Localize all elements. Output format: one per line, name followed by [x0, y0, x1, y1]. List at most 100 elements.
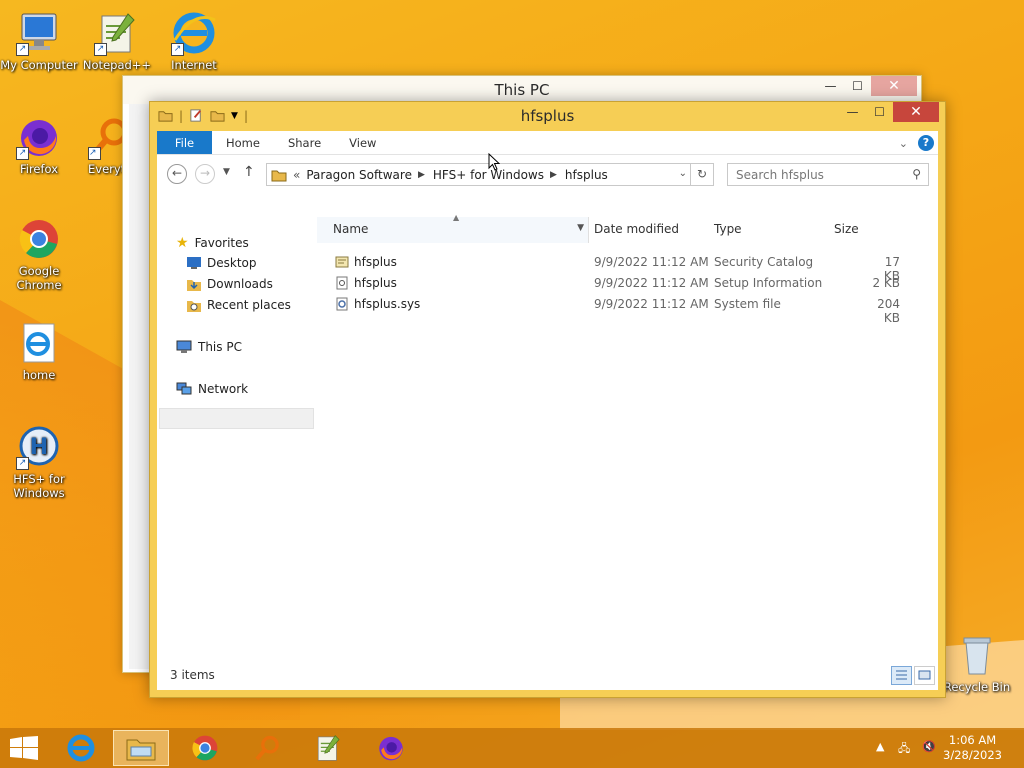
file-size: 2 KB: [872, 276, 900, 290]
desktop-icon-label: Everyt: [88, 162, 122, 176]
large-icons-view-icon[interactable]: [914, 666, 935, 685]
desktop-icon-chrome[interactable]: Google Chrome: [0, 216, 78, 292]
close-button[interactable]: ✕: [893, 102, 939, 122]
status-bar: 3 items: [157, 660, 938, 690]
computer-icon: ↗: [16, 10, 62, 56]
up-arrow-icon[interactable]: ↑: [243, 164, 255, 180]
desktop-icon-internet[interactable]: ↗ Internet: [155, 10, 233, 72]
volume-muted-icon[interactable]: 🔇: [922, 740, 936, 753]
firefox-icon: ↗: [16, 114, 62, 160]
breadcrumb-hfsplus[interactable]: hfsplus: [565, 168, 608, 182]
nav-downloads[interactable]: Downloads: [187, 277, 273, 291]
column-dropdown-icon[interactable]: ▼: [577, 223, 584, 233]
file-date: 9/9/2022 11:12 AM: [594, 276, 709, 290]
desktop-icon-label: My Computer: [0, 58, 78, 72]
column-header-date[interactable]: Date modified: [594, 222, 679, 236]
refresh-icon[interactable]: ↻: [690, 163, 714, 186]
column-header-type[interactable]: Type: [714, 222, 742, 236]
nav-recent-places[interactable]: Recent places: [187, 298, 291, 312]
desktop-icon-everything[interactable]: ↗ Everyt: [78, 114, 122, 176]
tab-view[interactable]: View: [335, 131, 390, 154]
minimize-button[interactable]: —: [839, 102, 866, 122]
taskbar-firefox[interactable]: [363, 730, 419, 766]
maximize-button[interactable]: ☐: [866, 102, 893, 122]
search-placeholder: Search hfsplus: [736, 168, 824, 182]
column-header-label: Name: [333, 222, 369, 236]
address-overflow[interactable]: «: [293, 168, 300, 182]
breadcrumb-chevron-icon[interactable]: ▶: [550, 170, 557, 180]
nav-network[interactable]: Network: [176, 382, 248, 396]
breadcrumb-paragon[interactable]: Paragon Software: [306, 168, 412, 182]
chrome-icon: [192, 735, 218, 761]
search-input[interactable]: Search hfsplus ⚲: [727, 163, 929, 186]
breadcrumb-chevron-icon[interactable]: ▶: [418, 170, 425, 180]
ie-page-icon: [16, 320, 62, 366]
file-row[interactable]: hfsplus 9/9/2022 11:12 AM Security Catal…: [317, 252, 917, 283]
details-view-icon[interactable]: [891, 666, 912, 685]
downloads-icon: [187, 280, 201, 291]
taskbar-clock[interactable]: 1:06 AM 3/28/2023: [943, 733, 1002, 763]
nav-desktop[interactable]: Desktop: [187, 256, 257, 270]
tab-home[interactable]: Home: [212, 131, 274, 154]
file-row[interactable]: hfsplus.sys 9/9/2022 11:12 AM System fil…: [317, 294, 917, 325]
nav-label: Desktop: [207, 256, 257, 270]
tray-overflow-icon[interactable]: ▲: [876, 740, 884, 753]
desktop-icon-my-computer[interactable]: ↗ My Computer: [0, 10, 78, 72]
ie-icon: [67, 734, 95, 762]
help-icon[interactable]: ?: [918, 135, 934, 151]
expand-ribbon-icon[interactable]: ⌄: [899, 137, 908, 150]
star-icon: ★: [176, 235, 189, 251]
recent-locations-icon[interactable]: ▼: [223, 167, 230, 177]
tab-file[interactable]: File: [157, 131, 212, 154]
desktop-icon-label: Firefox: [19, 162, 59, 176]
tab-share[interactable]: Share: [274, 131, 335, 154]
item-count: 3 items: [170, 668, 215, 682]
nav-label: Favorites: [194, 236, 249, 250]
address-dropdown-icon[interactable]: ⌄: [679, 168, 687, 179]
taskbar-ie[interactable]: [53, 730, 109, 766]
network-tray-icon[interactable]: 🖧: [898, 740, 910, 759]
window-titlebar[interactable]: | ▼ | hfsplus — ☐ ✕: [150, 102, 945, 130]
file-explorer-icon: [126, 739, 156, 761]
desktop-icon-home[interactable]: home: [0, 320, 78, 382]
explorer-window[interactable]: | ▼ | hfsplus — ☐ ✕ File Home Share View…: [149, 101, 946, 698]
nav-this-pc[interactable]: This PC: [176, 340, 242, 354]
desktop-icon-firefox[interactable]: ↗ Firefox: [0, 114, 78, 176]
back-arrow-icon[interactable]: ←: [167, 164, 187, 184]
everything-search-icon: ↗: [88, 114, 122, 160]
taskbar-chrome[interactable]: [177, 730, 233, 766]
window-title: hfsplus: [520, 107, 575, 125]
nav-selection-highlight: [159, 408, 314, 429]
taskbar-everything[interactable]: [240, 730, 296, 766]
close-button[interactable]: ✕: [871, 76, 917, 96]
file-name: hfsplus: [354, 255, 397, 269]
search-icon: ⚲: [912, 167, 921, 181]
forward-arrow-icon[interactable]: →: [195, 164, 215, 184]
nav-label: Network: [198, 382, 249, 396]
chrome-icon: [16, 216, 62, 262]
back-window-titlebar[interactable]: This PC — ☐ ✕: [123, 76, 921, 104]
nav-label: Recent places: [207, 298, 291, 312]
taskbar-file-explorer[interactable]: [113, 730, 169, 766]
file-date: 9/9/2022 11:12 AM: [594, 255, 709, 269]
desktop-icon-notepadpp[interactable]: ↗ Notepad++: [78, 10, 156, 72]
maximize-button[interactable]: ☐: [844, 76, 871, 96]
system-file-icon: [336, 297, 348, 311]
minimize-button[interactable]: —: [817, 76, 844, 96]
sort-ascending-icon: ▲: [453, 213, 460, 222]
desktop-icon-recycle-bin[interactable]: Recycle Bin: [938, 632, 1016, 694]
taskbar-notepadpp[interactable]: [300, 730, 356, 766]
column-header-size[interactable]: Size: [834, 222, 859, 236]
column-header-name[interactable]: ▲ Name ▼: [317, 213, 589, 243]
window-body: File Home Share View ⌄ ? ← → ▼ ↑ « Parag…: [157, 131, 938, 690]
start-button[interactable]: [0, 730, 48, 766]
clock-time: 1:06 AM: [948, 733, 997, 747]
nav-favorites[interactable]: ★ Favorites: [176, 235, 249, 251]
taskbar: ▲ 🖧 🔇 1:06 AM 3/28/2023: [0, 728, 1024, 768]
file-type: Security Catalog: [714, 255, 814, 269]
desktop-icon-hfs[interactable]: H ↗ HFS+ for Windows: [0, 424, 78, 500]
recent-places-icon: [187, 301, 201, 312]
file-row[interactable]: hfsplus 9/9/2022 11:12 AM Setup Informat…: [317, 273, 917, 294]
clock-date: 3/28/2023: [943, 748, 1002, 762]
ribbon-tabs: File Home Share View ⌄ ?: [157, 131, 938, 155]
